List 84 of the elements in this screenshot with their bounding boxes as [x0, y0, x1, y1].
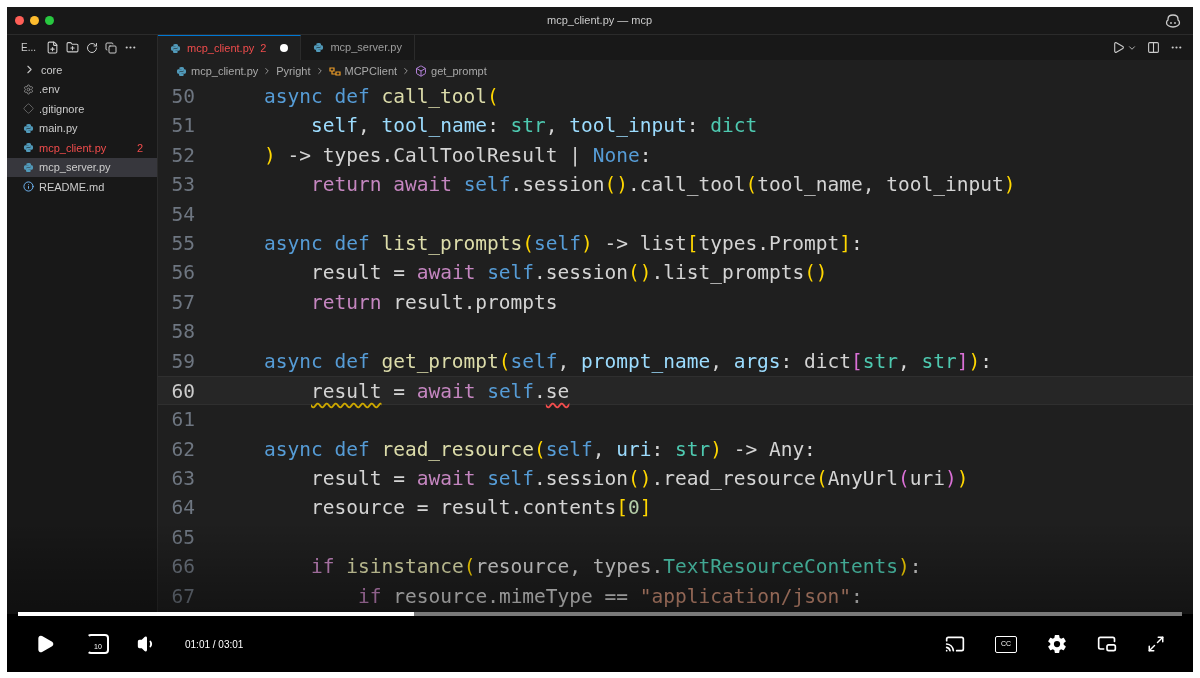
file-name: .gitignore — [39, 101, 85, 117]
line-number: 53 — [170, 172, 195, 199]
line-number: 56 — [170, 260, 195, 287]
tab-label: mcp_server.py — [330, 40, 402, 56]
file-name: README.md — [39, 179, 105, 195]
line-number: 50 — [170, 84, 195, 110]
collapse-icon[interactable] — [105, 41, 117, 54]
breadcrumb-item[interactable]: MCPClient — [328, 62, 398, 80]
new-file-icon[interactable] — [46, 41, 59, 54]
code-line: async def list_prompts(self) -> list[types.Prompt]: — [264, 230, 863, 257]
line-number: 55 — [170, 230, 195, 257]
diamond-icon — [23, 103, 34, 115]
split-editor-icon[interactable] — [1147, 41, 1160, 54]
file-name: .env — [39, 82, 60, 97]
play-icon[interactable] — [35, 634, 55, 654]
editor-tab[interactable]: mcp_client.py 2 — [158, 35, 302, 60]
file-name: core — [41, 62, 63, 78]
picture-in-picture-icon[interactable] — [1097, 634, 1117, 654]
window-title: mcp_client.py — mcp — [547, 13, 653, 29]
python-icon — [313, 42, 325, 53]
breadcrumb-item[interactable]: get_prompt — [415, 62, 487, 80]
line-number: 52 — [170, 142, 195, 169]
file-name: mcp_server.py — [39, 160, 111, 175]
progress-track[interactable] — [18, 612, 1182, 616]
file-item[interactable]: core — [7, 60, 157, 80]
problem-count: 2 — [136, 140, 143, 156]
settings-icon[interactable] — [1047, 634, 1067, 654]
line-number: 61 — [170, 407, 195, 434]
line-number: 54 — [170, 201, 195, 228]
new-folder-icon[interactable] — [66, 41, 79, 54]
refresh-icon[interactable] — [86, 41, 98, 54]
line-number: 64 — [170, 495, 195, 522]
python-icon — [23, 161, 34, 173]
close-button[interactable] — [15, 16, 24, 25]
file-item[interactable]: mcp_server.py — [7, 157, 157, 177]
file-item[interactable]: main.py — [7, 118, 157, 138]
code-line: async def read_resource(self, uri: str) -> Any: — [264, 436, 816, 463]
breadcrumb-item[interactable]: mcp_client.py — [176, 62, 259, 80]
file-item[interactable]: .env — [7, 79, 157, 99]
code-line: result = await self.session().list_prompts() — [311, 260, 828, 287]
line-number: 57 — [170, 289, 195, 316]
problem-count: 2 — [260, 40, 267, 56]
info-icon — [23, 181, 34, 193]
time-display: 01:01 / 03:01 — [185, 637, 244, 652]
cube-icon — [415, 65, 428, 77]
code-line: result = await self.se — [311, 378, 570, 405]
line-number: 58 — [170, 319, 195, 346]
python-icon — [23, 122, 34, 134]
fullscreen-icon[interactable] — [1147, 635, 1165, 653]
code-line: self, tool_name: str, tool_input: dict — [311, 113, 758, 140]
copilot-icon[interactable] — [1165, 13, 1181, 28]
line-number: 66 — [170, 554, 195, 581]
code-line: return result.prompts — [311, 289, 558, 316]
code-line: resource = result.contents[0] — [311, 495, 652, 522]
line-number: 62 — [170, 436, 195, 463]
code-line: if isinstance(resource, types.TextResourceContents): — [311, 554, 922, 581]
gear-icon — [23, 83, 34, 95]
maximize-button[interactable] — [45, 16, 54, 25]
explorer-title: E... — [21, 41, 36, 55]
code-line: ) -> types.CallToolResult | None: — [264, 142, 652, 169]
line-number: 60 — [170, 378, 195, 405]
file-item[interactable]: .gitignore — [7, 99, 157, 119]
code-line: if resource.mimeType == "application/json": — [358, 583, 863, 610]
file-item[interactable]: README.md — [7, 177, 157, 197]
minimize-button[interactable] — [30, 16, 39, 25]
class-icon — [328, 65, 341, 77]
breadcrumb-item[interactable]: Pyright — [276, 62, 311, 80]
file-name: main.py — [39, 121, 78, 136]
line-number: 51 — [170, 113, 195, 140]
code-line: result = await self.session().read_resource(AnyUrl(uri)) — [311, 466, 969, 493]
run-icon[interactable] — [1112, 41, 1125, 54]
line-number: 63 — [170, 466, 195, 493]
python-icon — [176, 65, 187, 77]
code-line: async def call_tool( — [264, 84, 499, 110]
file-name: mcp_client.py — [39, 140, 107, 156]
line-number: 65 — [170, 524, 195, 551]
file-item[interactable]: mcp_client.py 2 — [7, 138, 157, 158]
code-line: async def get_prompt(self, prompt_name, args: dict[str, str]): — [264, 348, 992, 375]
line-number: 59 — [170, 348, 195, 375]
python-icon — [23, 142, 34, 154]
tab-label: mcp_client.py — [187, 40, 255, 56]
line-number: 67 — [170, 583, 195, 610]
code-line: return await self.session().call_tool(tool_name, tool_input) — [311, 172, 1016, 199]
python-icon — [170, 42, 181, 54]
